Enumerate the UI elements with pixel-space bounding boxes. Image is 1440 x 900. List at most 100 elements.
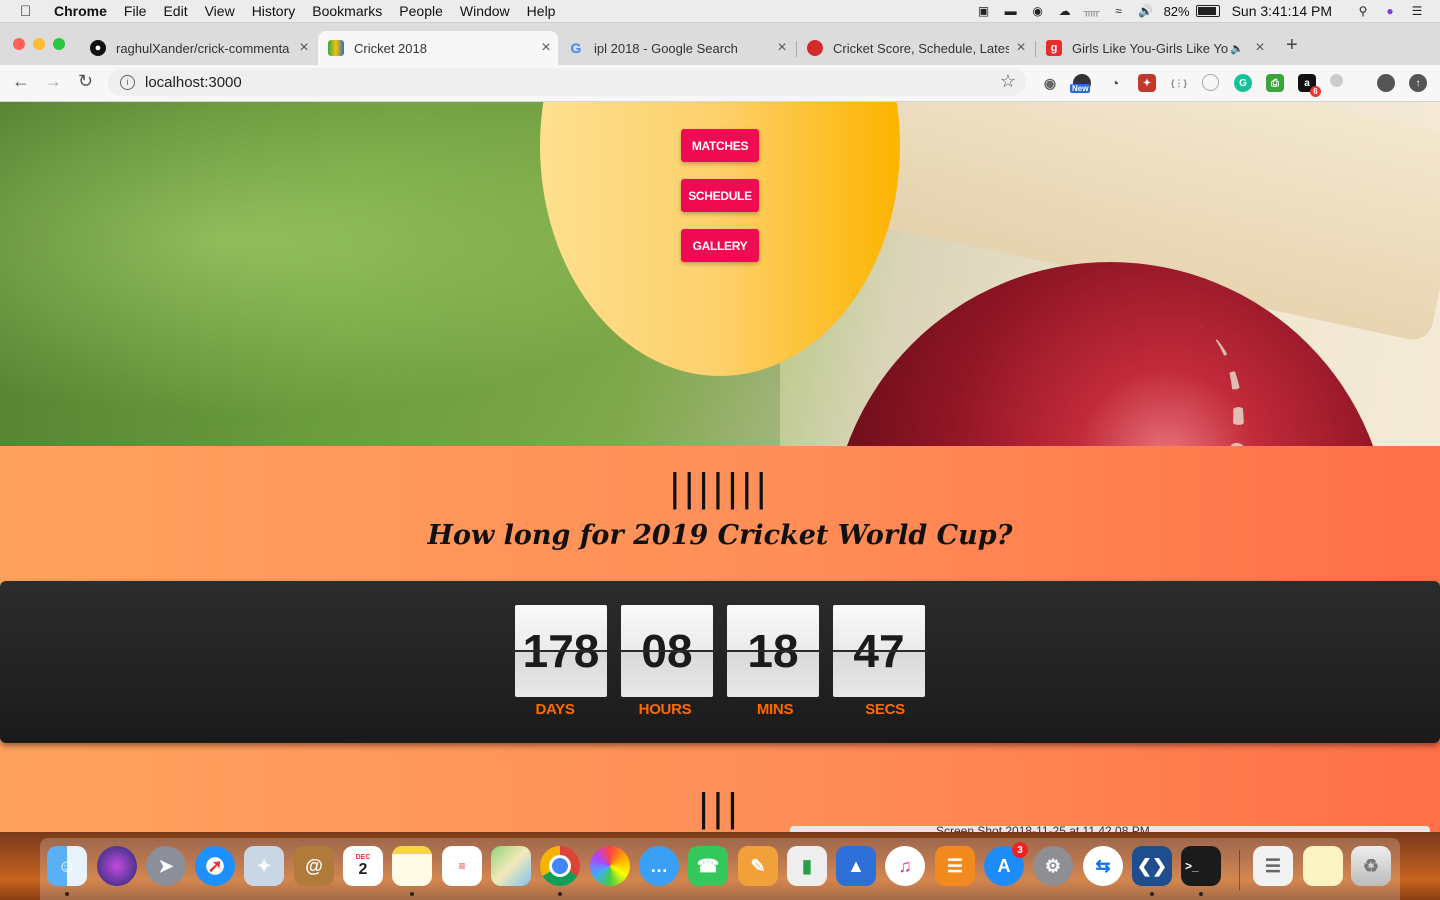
siri-icon[interactable] <box>97 846 137 886</box>
close-tab-icon[interactable]: × <box>770 39 794 57</box>
tab-github[interactable]: ● raghulXander/crick-commenta × <box>80 31 316 65</box>
macos-menu-bar:  Chrome File Edit View History Bookmark… <box>0 0 1440 23</box>
notification-center-icon[interactable]: ☰ <box>1408 4 1426 18</box>
tab-cricbuzz[interactable]: Cricket Score, Schedule, Lates × <box>797 31 1033 65</box>
grammarly-icon[interactable]: G <box>1234 74 1252 92</box>
books-icon[interactable]: ☰ <box>935 846 975 886</box>
menu-help[interactable]: Help <box>527 3 556 19</box>
mail-bird-icon[interactable]: ✦ <box>244 846 284 886</box>
github-icon: ● <box>90 40 106 56</box>
bluetooth-icon[interactable]: ᚅ <box>1083 4 1101 18</box>
numbers-icon[interactable]: ▮ <box>787 846 827 886</box>
tab-title: raghulXander/crick-commenta <box>116 40 290 56</box>
matches-button[interactable]: MATCHES <box>681 129 759 162</box>
cloud-icon[interactable]: ☁ <box>1056 4 1074 18</box>
tab-gaana[interactable]: g Girls Like You-Girls Like Yo 🔈 × <box>1036 31 1272 65</box>
close-tab-icon[interactable]: × <box>1009 39 1033 57</box>
amazon-extension-icon[interactable]: a 6 <box>1298 74 1321 97</box>
close-tab-icon[interactable]: × <box>292 39 316 57</box>
downloads-stack-icon[interactable] <box>1303 846 1343 886</box>
menu-people[interactable]: People <box>399 3 443 19</box>
photos-icon[interactable] <box>590 846 630 886</box>
gallery-button[interactable]: GALLERY <box>681 229 759 262</box>
address-bar[interactable]: i localhost:3000 ☆ <box>108 68 1026 96</box>
window-minimize-button[interactable] <box>33 38 45 50</box>
calendar-month: DEC <box>355 853 371 861</box>
red-extension-icon[interactable]: ✦ <box>1138 74 1156 92</box>
messages-icon[interactable]: … <box>639 846 679 886</box>
battery-fill <box>1197 7 1216 15</box>
window-close-button[interactable] <box>13 38 25 50</box>
itunes-icon[interactable]: ♫ <box>885 846 925 886</box>
countdown-timer: 178 DAYS 08 HOURS 18 MINS 47 SECS <box>0 581 1440 743</box>
menubar-clock[interactable]: Sun 3:41:14 PM <box>1232 3 1332 19</box>
grey-dot-extension-icon[interactable] <box>1330 74 1343 87</box>
menu-file[interactable]: File <box>124 3 147 19</box>
grey-circle-extension-icon[interactable] <box>1202 74 1219 91</box>
new-badge: New <box>1070 84 1091 93</box>
contacts-icon[interactable]: @ <box>294 846 334 886</box>
window-zoom-button[interactable] <box>53 38 65 50</box>
system-preferences-icon[interactable]: ⚙ <box>1033 846 1073 886</box>
wifi-icon[interactable]: ≈ <box>1110 4 1128 18</box>
reminders-icon[interactable]: ≡ <box>442 846 482 886</box>
json-extension-icon[interactable]: {⋮} <box>1170 74 1188 92</box>
address-url[interactable]: localhost:3000 <box>145 74 242 91</box>
back-arrow-icon[interactable]: ← <box>12 71 30 92</box>
status-circle-icon[interactable]: ◉ <box>1029 4 1047 18</box>
web-page: MATCHES SCHEDULE GALLERY ||||||| How lon… <box>0 102 1440 832</box>
keynote-icon[interactable]: ▲ <box>836 846 876 886</box>
status-app-icon[interactable]: ▣ <box>975 4 993 18</box>
battery-percent[interactable]: 82% <box>1164 4 1190 19</box>
spotlight-search-icon[interactable]: ⚲ <box>1354 4 1372 18</box>
running-indicator <box>65 892 69 896</box>
app-store-icon[interactable]: A 3 <box>984 842 1028 886</box>
siri-icon[interactable]: ● <box>1381 4 1399 18</box>
vscode-icon[interactable]: ❮❯ <box>1132 846 1172 886</box>
new-tab-button[interactable]: + <box>1286 34 1298 57</box>
close-tab-icon[interactable]: × <box>1248 39 1272 57</box>
drive-icon[interactable]: ▬ <box>1002 4 1020 18</box>
menu-bookmarks[interactable]: Bookmarks <box>312 3 382 19</box>
speaker-icon[interactable]: 🔈 <box>1230 42 1244 55</box>
tally-marks-bottom: ||| <box>698 786 742 830</box>
forward-arrow-icon[interactable]: → <box>44 71 62 92</box>
launchpad-icon[interactable]: ➤ <box>146 846 186 886</box>
facetime-icon[interactable]: ☎ <box>688 846 728 886</box>
new-extension-icon[interactable]: New <box>1070 74 1091 93</box>
tab-google-search[interactable]: G ipl 2018 - Google Search × <box>558 31 794 65</box>
volume-icon[interactable]: 🔊 <box>1137 4 1155 18</box>
document-stack-icon[interactable]: ☰ <box>1253 846 1293 886</box>
menu-history[interactable]: History <box>252 3 296 19</box>
teamviewer-icon[interactable]: ⇆ <box>1083 846 1123 886</box>
battery-icon[interactable] <box>1195 5 1220 17</box>
bookmark-star-icon[interactable]: ☆ <box>1000 71 1016 92</box>
camera-extension-icon[interactable]: ◉ <box>1041 74 1059 92</box>
menu-app-chrome[interactable]: Chrome <box>54 3 107 19</box>
menu-upgrade-icon[interactable]: ↑ <box>1409 74 1427 92</box>
finder-icon[interactable]: ☺ <box>47 846 87 886</box>
pages-icon[interactable]: ✎ <box>738 846 778 886</box>
running-indicator <box>1150 892 1154 896</box>
menu-view[interactable]: View <box>205 3 235 19</box>
apple-icon[interactable]:  <box>20 3 36 20</box>
calendar-icon[interactable]: DEC 2 <box>343 846 383 886</box>
speedometer-extension-icon[interactable]: ◔ <box>1106 74 1124 92</box>
notes-icon[interactable] <box>392 846 432 886</box>
schedule-button[interactable]: SCHEDULE <box>681 179 759 212</box>
chrome-tab-strip: ● raghulXander/crick-commenta × Cricket … <box>0 23 1440 65</box>
running-indicator <box>558 892 562 896</box>
close-tab-icon[interactable]: × <box>534 39 558 57</box>
menu-edit[interactable]: Edit <box>163 3 187 19</box>
reload-icon[interactable]: ↻ <box>78 71 93 92</box>
menu-window[interactable]: Window <box>460 3 510 19</box>
terminal-icon[interactable]: >_ <box>1181 846 1221 886</box>
chrome-icon[interactable] <box>540 846 580 886</box>
profile-avatar[interactable] <box>1377 74 1395 92</box>
printer-extension-icon[interactable]: ⎙ <box>1266 74 1284 92</box>
safari-icon[interactable]: ➚ <box>195 846 235 886</box>
site-info-icon[interactable]: i <box>120 74 135 90</box>
maps-icon[interactable] <box>491 846 531 886</box>
tab-cricket-2018[interactable]: Cricket 2018 × <box>318 31 558 65</box>
trash-icon[interactable]: ♻ <box>1351 846 1391 886</box>
